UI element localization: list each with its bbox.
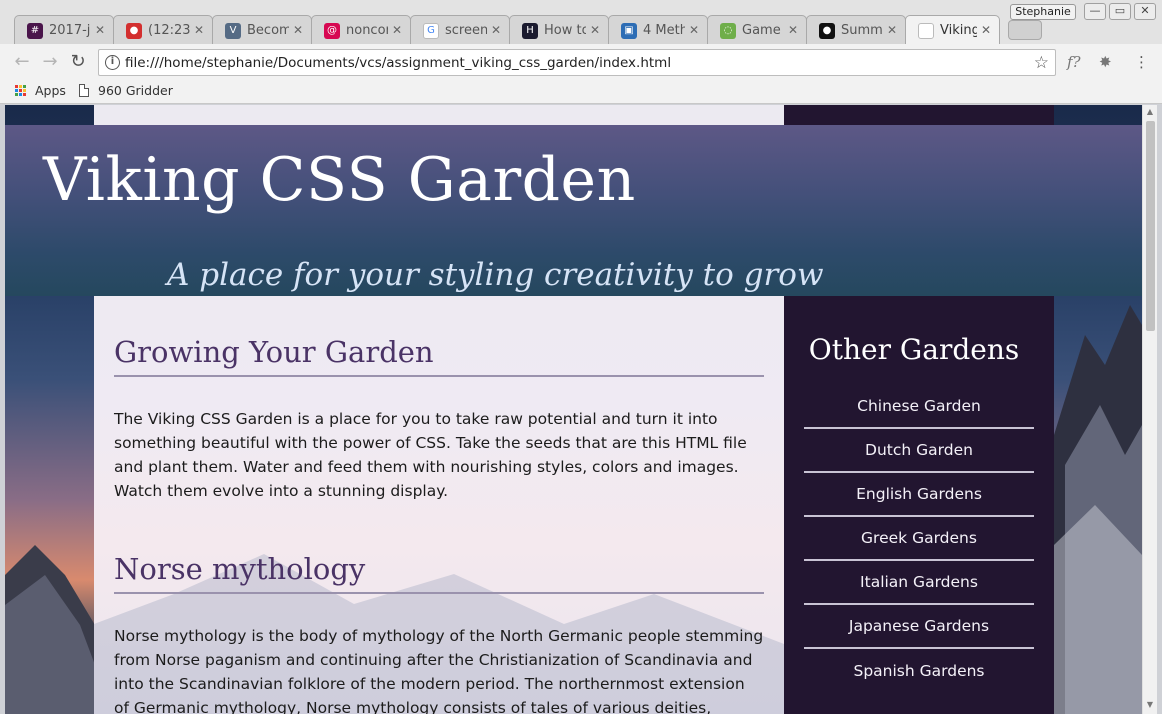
bookmarks-bar: Apps 960 Gridder (0, 80, 1162, 104)
vimeo-icon: V (225, 22, 241, 39)
tab-close-icon[interactable]: ✕ (689, 23, 699, 37)
tab-close-icon[interactable]: ✕ (95, 23, 105, 37)
font-finder-extension-icon[interactable]: f? (1067, 53, 1081, 71)
google-icon: G (423, 22, 439, 39)
maximize-button[interactable]: ▭ (1109, 3, 1131, 20)
sidebar-title: Other Gardens (808, 333, 1020, 366)
tab-title: Game (742, 23, 781, 38)
back-arrow-icon[interactable]: ← (12, 52, 32, 72)
tab-4-meth[interactable]: ▣ 4 Meth ✕ (608, 15, 708, 44)
site-tagline: A place for your styling creativity to g… (167, 257, 824, 293)
garden-link-english[interactable]: English Gardens (804, 473, 1034, 517)
forward-arrow-icon[interactable]: → (40, 52, 60, 72)
tab-close-icon[interactable]: ✕ (392, 23, 402, 37)
apps-grid-icon (15, 84, 27, 97)
tab-screen[interactable]: Gscreen ✕ (410, 15, 510, 44)
section-body: The Viking CSS Garden is a place for you… (114, 410, 747, 500)
tab-noncor[interactable]: @ noncor ✕ (311, 15, 411, 44)
url-text[interactable]: file:///home/stephanie/Documents/vcs/ass… (125, 55, 671, 71)
tab-close-icon[interactable]: ✕ (887, 23, 897, 37)
slack-icon: # (27, 22, 43, 39)
bookmark-star-icon[interactable]: ☆ (1034, 53, 1049, 73)
page-icon (918, 22, 934, 39)
site-header: Viking CSS Garden A place for your styli… (5, 125, 1142, 296)
section-growing-your-garden: Growing Your Garden The Viking CSS Garde… (114, 335, 764, 503)
page-scrollbar[interactable]: ▲ ▼ (1142, 105, 1157, 714)
tab-title: (12:23) (148, 23, 190, 38)
tab-close-icon[interactable]: ✕ (194, 23, 204, 37)
squares-icon: ▣ (621, 22, 637, 39)
tab-how-to[interactable]: H How to ✕ (509, 15, 609, 44)
bookmark-label: Apps (35, 83, 66, 98)
close-window-button[interactable]: ✕ (1134, 3, 1156, 20)
garden-link-dutch[interactable]: Dutch Garden (804, 429, 1034, 473)
tab-title: 2017-ju (49, 23, 91, 38)
menu-dots-icon[interactable]: ⋮ (1134, 53, 1149, 71)
tab-viking[interactable]: Viking ✕ (905, 15, 1000, 44)
scroll-down-arrow-icon[interactable]: ▼ (1143, 700, 1157, 712)
section-heading: Norse mythology (114, 552, 764, 594)
tab-close-icon[interactable]: ✕ (491, 23, 501, 37)
bug-icon: ● (819, 22, 835, 39)
tab-2017-ju[interactable]: #2017-ju ✕ (14, 15, 114, 44)
minimize-button[interactable]: — (1084, 3, 1106, 20)
new-tab-button[interactable] (1008, 20, 1042, 40)
tab-title: Summ (841, 23, 883, 38)
debian-icon: @ (324, 22, 340, 39)
tab-12-23[interactable]: ● (12:23) ✕ (113, 15, 213, 44)
garden-link-japanese[interactable]: Japanese Gardens (804, 605, 1034, 649)
htg-icon: H (522, 22, 538, 39)
other-gardens-list: Chinese Garden Dutch Garden English Gard… (804, 385, 1034, 693)
bookmark-apps[interactable]: Apps (15, 83, 66, 98)
tab-bar: #2017-ju✕●(12:23)✕VBecom✕@noncor✕Gscreen… (0, 0, 1162, 44)
tab-close-icon[interactable]: ✕ (293, 23, 303, 37)
bookmark-label: 960 Gridder (98, 83, 173, 98)
reload-icon[interactable]: ↻ (68, 52, 88, 72)
tab-title: How to (544, 23, 586, 38)
scroll-up-arrow-icon[interactable]: ▲ (1143, 107, 1157, 119)
tab-summ[interactable]: ● Summ ✕ (806, 15, 906, 44)
tab-close-icon[interactable]: ✕ (788, 23, 798, 37)
tab-title: 4 Meth (643, 23, 685, 38)
bookmark-960-gridder[interactable]: 960 Gridder (79, 83, 173, 98)
browser-toolbar: ← → ↻ i file:///home/stephanie/Documents… (0, 44, 1162, 80)
page-icon (79, 84, 89, 97)
bug-extension-icon[interactable]: ✸ (1099, 53, 1112, 71)
garden-link-italian[interactable]: Italian Gardens (804, 561, 1034, 605)
page-viewport: Viking CSS Garden A place for your styli… (5, 105, 1142, 714)
tab-title: Becom (247, 23, 289, 38)
tab-becom[interactable]: V Becom ✕ (212, 15, 312, 44)
section-norse-mythology: Norse mythology Norse mythology is the b… (114, 552, 764, 714)
section-body: Norse mythology is the body of mythology… (114, 627, 764, 714)
section-heading: Growing Your Garden (114, 335, 764, 377)
scroll-thumb[interactable] (1146, 121, 1155, 331)
garden-link-chinese[interactable]: Chinese Garden (804, 385, 1034, 429)
tab-title: screen (445, 23, 487, 38)
tab-game[interactable]: ◌ Game ✕ (707, 15, 807, 44)
spinner-icon: ◌ (720, 22, 736, 39)
tab-close-icon[interactable]: ✕ (590, 23, 600, 37)
garden-link-greek[interactable]: Greek Gardens (804, 517, 1034, 561)
info-icon[interactable]: i (105, 55, 120, 70)
tab-close-icon[interactable]: ✕ (981, 23, 991, 37)
tomato-icon: ● (126, 22, 142, 39)
profile-button[interactable]: Stephanie (1010, 4, 1076, 20)
garden-link-spanish[interactable]: Spanish Gardens (804, 649, 1034, 693)
tab-title: Viking (940, 23, 977, 38)
site-title: Viking CSS Garden (43, 145, 636, 215)
tab-title: noncor (346, 23, 388, 38)
address-bar[interactable]: i file:///home/stephanie/Documents/vcs/a… (98, 49, 1056, 76)
